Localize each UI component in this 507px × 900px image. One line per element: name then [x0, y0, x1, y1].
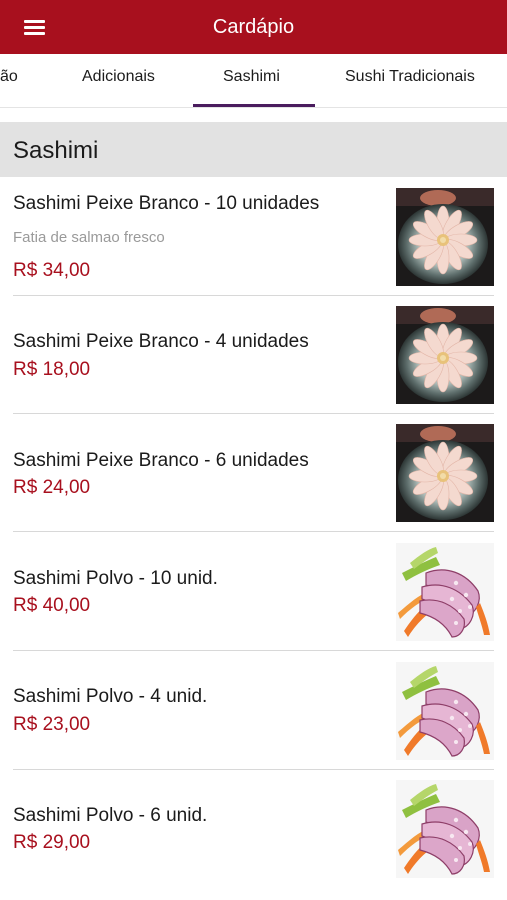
item-divider	[13, 650, 494, 651]
menu-item[interactable]: Sashimi Peixe Branco - 6 unidades R$ 24,…	[0, 414, 507, 532]
item-price: R$ 24,00	[13, 477, 91, 498]
page-title: Cardápio	[212, 16, 295, 38]
menu-item[interactable]: Sashimi Polvo - 6 unid. R$ 29,00	[0, 770, 507, 888]
menu-item[interactable]: Sashimi Peixe Branco - 4 unidades R$ 18,…	[0, 296, 507, 414]
item-description: Fatia de salmao fresco	[13, 229, 165, 246]
category-tabs: ão Adicionais Sashimi Sushi Tradicionais	[0, 54, 507, 108]
octopus-sashimi-photo	[396, 543, 494, 641]
item-name: Sashimi Peixe Branco - 6 unidades	[13, 450, 309, 471]
item-price: R$ 34,00	[13, 260, 91, 281]
tab-sushi-tradicionais[interactable]: Sushi Tradicionais	[345, 54, 475, 108]
section-header: Sashimi	[0, 122, 507, 177]
menu-item[interactable]: Sashimi Polvo - 10 unid. R$ 40,00	[0, 533, 507, 651]
item-price: R$ 40,00	[13, 595, 91, 616]
item-name: Sashimi Polvo - 4 unid.	[13, 686, 208, 707]
tabs-divider	[0, 107, 507, 108]
item-name: Sashimi Polvo - 6 unid.	[13, 805, 208, 826]
tab-sashimi[interactable]: Sashimi	[223, 54, 280, 108]
item-price: R$ 23,00	[13, 714, 91, 735]
tab-adicionais[interactable]: Adicionais	[82, 54, 155, 108]
item-price: R$ 18,00	[13, 359, 91, 380]
tab-previous-partial[interactable]: ão	[0, 54, 18, 108]
white-fish-sashimi-photo	[396, 306, 494, 404]
white-fish-sashimi-photo	[396, 188, 494, 286]
octopus-sashimi-photo	[396, 662, 494, 760]
item-name: Sashimi Peixe Branco - 4 unidades	[13, 331, 309, 352]
section-title: Sashimi	[13, 137, 99, 164]
item-name: Sashimi Peixe Branco - 10 unidades	[13, 193, 320, 214]
app-bar: Cardápio	[0, 0, 507, 54]
item-divider	[13, 531, 494, 532]
octopus-sashimi-photo	[396, 780, 494, 878]
white-fish-sashimi-photo	[396, 424, 494, 522]
item-name: Sashimi Polvo - 10 unid.	[13, 568, 218, 589]
item-price: R$ 29,00	[13, 832, 91, 853]
menu-item[interactable]: Sashimi Polvo - 4 unid. R$ 23,00	[0, 652, 507, 770]
menu-item[interactable]: Sashimi Peixe Branco - 10 unidades Fatia…	[0, 178, 507, 296]
